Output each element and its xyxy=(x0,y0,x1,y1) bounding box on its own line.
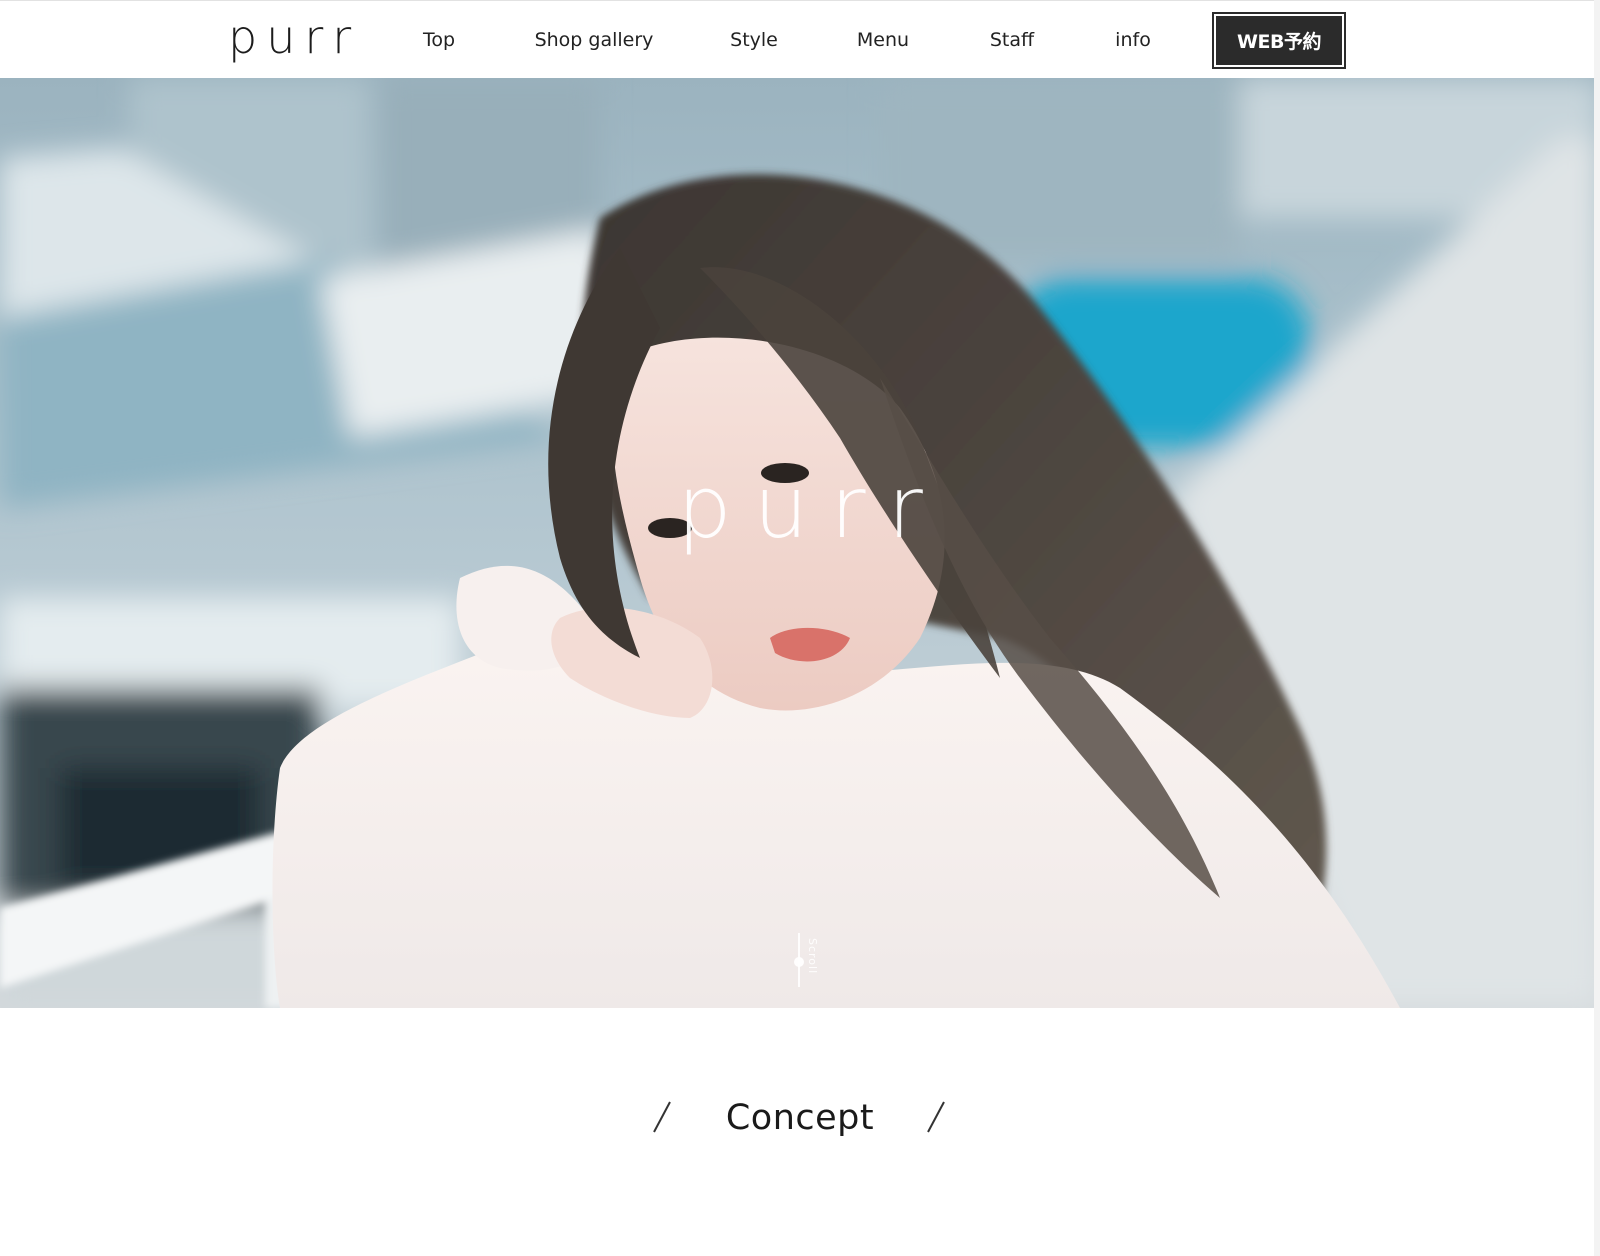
hero-title: purr xyxy=(677,458,945,558)
scroll-indicator-dot xyxy=(794,957,804,967)
page-scrollbar[interactable] xyxy=(1594,0,1600,1256)
web-reservation-label: WEB予約 xyxy=(1216,16,1342,65)
nav-staff[interactable]: Staff xyxy=(990,27,1034,53)
nav-shop-gallery[interactable]: Shop gallery xyxy=(535,27,654,53)
nav-top[interactable]: Top xyxy=(423,27,455,53)
concept-section: Concept xyxy=(0,1008,1600,1256)
site-logo[interactable]: purr xyxy=(228,7,360,67)
nav-info[interactable]: info xyxy=(1115,27,1151,53)
hero-banner: purr Scroll xyxy=(0,78,1600,1008)
scroll-indicator-label[interactable]: Scroll xyxy=(806,938,819,974)
nav-menu[interactable]: Menu xyxy=(857,27,909,53)
concept-heading: Concept xyxy=(725,1098,875,1138)
web-reservation-button[interactable]: WEB予約 xyxy=(1212,12,1346,69)
site-header: purr Top Shop gallery Style Menu Staff i… xyxy=(0,0,1600,78)
nav-style[interactable]: Style xyxy=(730,27,778,53)
